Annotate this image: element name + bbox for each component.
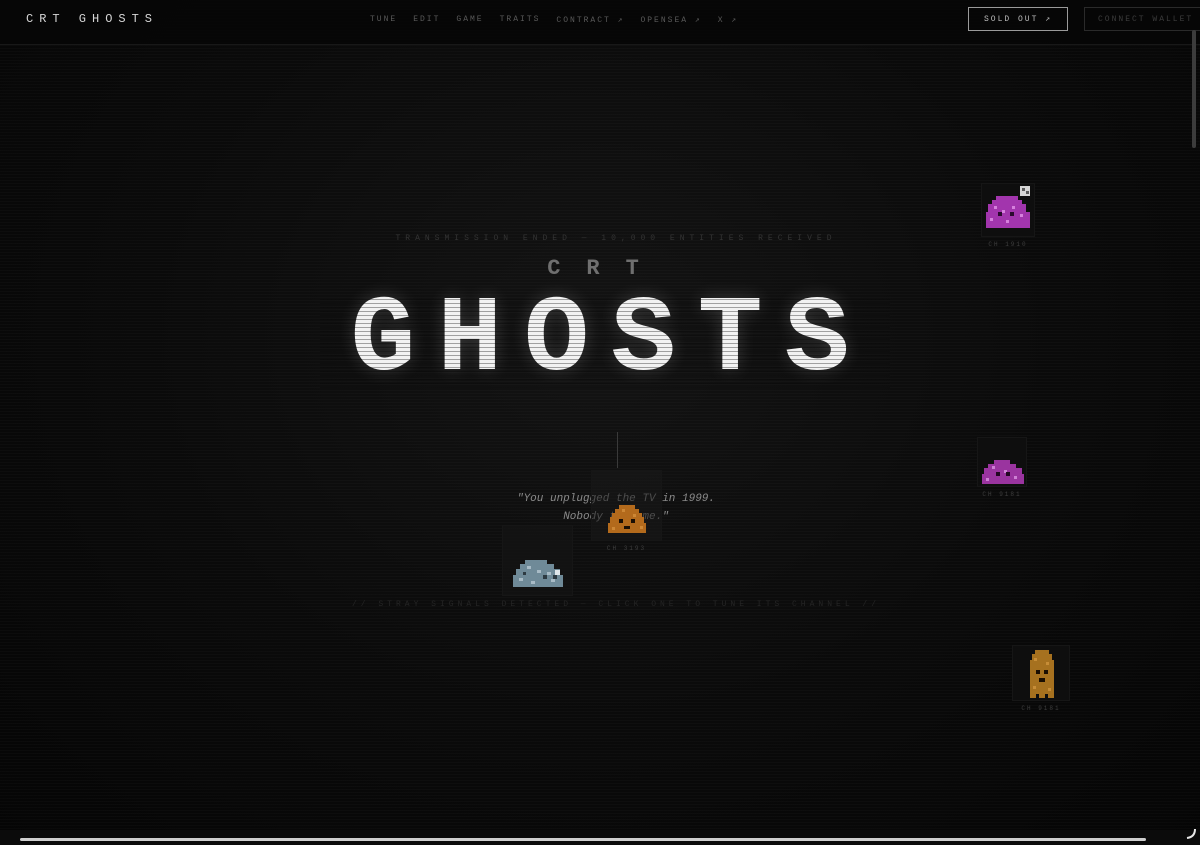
hero-crt-label: CRT [547,256,665,281]
hero-title: GHOSTS [350,280,872,402]
ghost-channel-label: CH 3193 [606,545,647,552]
connect-wallet-button[interactable]: CONNECT WALLET [1084,7,1200,31]
ghost-sprite-icon [986,186,1030,228]
resize-grip-icon[interactable] [1183,826,1197,840]
hero-hint: // STRAY SIGNALS DETECTED — CLICK ONE TO… [351,600,881,609]
ghost-thumb [502,525,573,596]
nav-link-game[interactable]: GAME [456,15,483,25]
nav-link-contract[interactable]: CONTRACT ↗ [556,15,624,25]
ghost-channel-label: CH 1910 [988,241,1028,248]
site-logo[interactable]: CRT GHOSTS [26,12,158,26]
vertical-scrollbar[interactable] [1192,30,1196,148]
top-nav: CRT GHOSTS TUNE EDIT GAME TRAITS CONTRAC… [0,0,1200,45]
ghost-thumb [591,470,662,541]
ghost-card-e[interactable]: CH 9181 [1012,645,1070,712]
ghost-card-a[interactable]: CH 1910 [981,183,1035,248]
nav-link-edit[interactable]: EDIT [413,15,440,25]
nav-link-opensea[interactable]: OPENSEA ↗ [640,15,701,25]
nav-link-traits[interactable]: TRAITS [500,15,541,25]
ghost-card-d[interactable] [502,525,573,596]
ghost-sprite-icon [513,560,563,587]
ghost-thumb [981,183,1035,237]
nav-links: TUNE EDIT GAME TRAITS CONTRACT ↗ OPENSEA… [370,15,754,25]
ghost-sprite-icon [608,505,646,533]
ghost-sprite-icon [1030,650,1054,698]
horizontal-scrollbar-thumb[interactable] [20,838,1146,841]
ghost-channel-label: CH 9181 [1021,705,1061,712]
page: CRT GHOSTS TUNE EDIT GAME TRAITS CONTRAC… [0,0,1200,845]
nav-link-tune[interactable]: TUNE [370,15,397,25]
ghost-thumb [1012,645,1070,701]
ghost-channel-label: CH 9181 [982,491,1022,498]
ghost-thumb [977,437,1027,487]
ghost-card-c[interactable]: CH 3193 [591,470,662,552]
sold-out-button[interactable]: SOLD OUT ↗ [968,7,1068,31]
nav-link-x[interactable]: X ↗ [718,15,738,25]
crt-scanlines [0,0,1200,845]
ghost-sprite-icon [982,460,1024,484]
ghost-card-b[interactable]: CH 9181 [977,437,1027,498]
hero-divider-line [617,432,618,468]
